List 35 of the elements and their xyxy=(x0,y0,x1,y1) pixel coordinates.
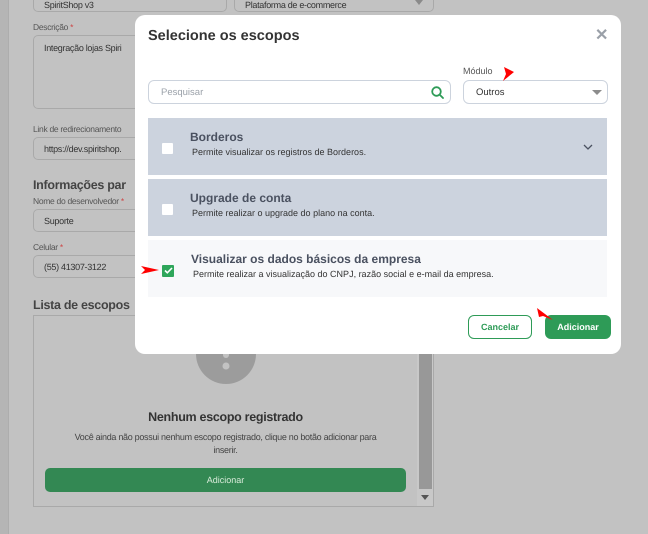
input-field[interactable]: SpiritShop v3 xyxy=(33,0,227,12)
scope-row[interactable]: Upgrade de conta Permite realizar o upgrade do plano na conta. xyxy=(148,179,607,236)
scope-title: Upgrade de conta xyxy=(190,191,292,205)
section-title: Lista de escopos xyxy=(33,298,130,312)
field-label: Celular * xyxy=(33,242,63,252)
select-field[interactable]: Plataforma de e-commerce xyxy=(234,0,434,12)
add-button[interactable]: Adicionar xyxy=(545,315,611,339)
scope-description: Permite realizar o upgrade do plano na conta. xyxy=(192,208,376,218)
scope-title: Borderos xyxy=(190,130,244,144)
field-label: Link de redirecionamento xyxy=(33,124,122,134)
caret-icon xyxy=(592,90,602,94)
section-title: Informações par xyxy=(33,178,126,192)
empty-state-title: Nenhum escopo registrado xyxy=(148,410,303,424)
chevron-down-icon[interactable] xyxy=(583,144,593,150)
checkbox[interactable] xyxy=(162,204,173,215)
field-label: Descrição * xyxy=(33,22,74,32)
module-select[interactable]: Outros xyxy=(463,80,608,104)
annotation-arrow-icon xyxy=(502,67,514,81)
scope-row[interactable]: Borderos Permite visualizar os registros de Borderos. xyxy=(148,118,607,175)
scroll-down-icon[interactable] xyxy=(421,495,429,500)
cancel-button[interactable]: Cancelar xyxy=(468,315,532,339)
search-icon xyxy=(431,86,444,99)
checkbox[interactable] xyxy=(162,264,174,276)
scope-description: Permite visualizar os registros de Borderos. xyxy=(192,147,368,157)
dialog-title: Selecione os escopos xyxy=(148,28,300,44)
caret-icon xyxy=(415,0,423,5)
annotation-arrow-icon xyxy=(141,265,159,275)
annotation-arrow-icon xyxy=(537,308,553,320)
field-label: Nome do desenvolvedor * xyxy=(33,196,124,206)
empty-state-text: Você ainda não possui nenhum escopo registrado, clique no botão adicionar para inserir. xyxy=(74,431,378,457)
search-field[interactable]: Pesquisar xyxy=(148,80,451,104)
field-label: Módulo xyxy=(463,66,493,76)
checkbox[interactable] xyxy=(162,143,173,154)
scope-description: Permite realizar a visualização do CNPJ, razão social e e-mail da empresa. xyxy=(193,269,495,279)
scope-title: Visualizar os dados básicos da empresa xyxy=(191,252,422,266)
